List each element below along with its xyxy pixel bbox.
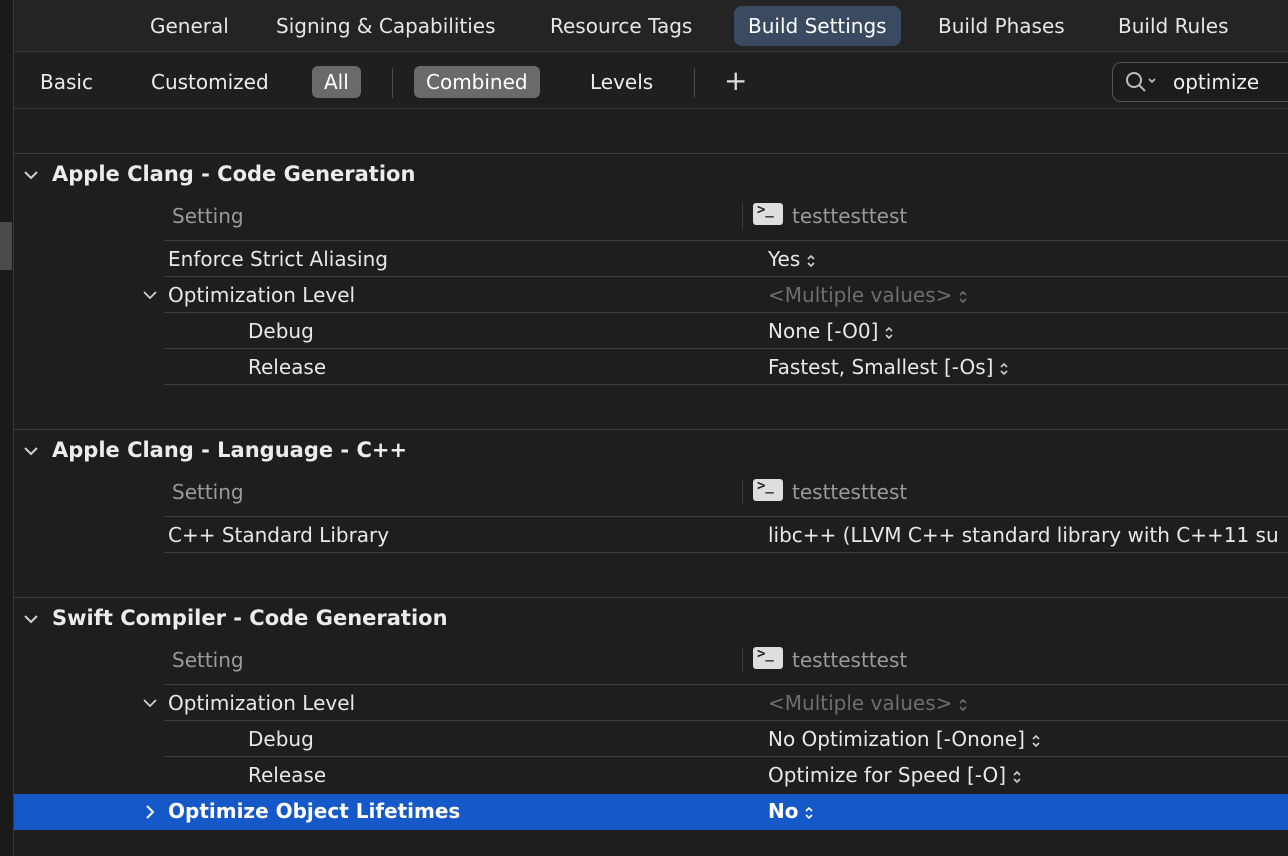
chevron-down-icon[interactable] bbox=[22, 610, 40, 628]
add-setting-button[interactable]: + bbox=[724, 63, 747, 99]
filter-customized-button[interactable]: Customized bbox=[139, 66, 281, 98]
setting-value-popup[interactable]: Yes bbox=[768, 247, 816, 271]
setting-label: Enforce Strict Aliasing bbox=[168, 247, 388, 271]
left-panel-edge bbox=[0, 0, 14, 856]
terminal-icon: >_ bbox=[753, 478, 783, 501]
view-levels-button[interactable]: Levels bbox=[578, 66, 665, 98]
target-column-header: testtesttest bbox=[792, 648, 908, 672]
left-panel-scroll-indicator bbox=[0, 222, 12, 270]
setting-column-header: Setting bbox=[172, 204, 244, 228]
row-divider bbox=[164, 384, 1288, 385]
setting-column-header: Setting bbox=[172, 648, 244, 672]
row-divider bbox=[164, 276, 1288, 277]
row-divider bbox=[164, 552, 1288, 553]
tab-general[interactable]: General bbox=[136, 6, 243, 46]
stepper-icon bbox=[1032, 734, 1040, 747]
tab-build-settings[interactable]: Build Settings bbox=[734, 6, 901, 46]
setting-column-header: Setting bbox=[172, 480, 244, 504]
chevron-down-icon[interactable] bbox=[142, 287, 158, 303]
section-title: Apple Clang - Code Generation bbox=[52, 162, 416, 186]
section-divider bbox=[14, 597, 1288, 598]
setting-label: C++ Standard Library bbox=[168, 523, 390, 547]
divider bbox=[392, 68, 393, 98]
row-divider bbox=[164, 348, 1288, 349]
config-label-release: Release bbox=[248, 355, 327, 379]
editor-tab-bar: General Signing & Capabilities Resource … bbox=[14, 0, 1288, 52]
stepper-icon bbox=[959, 290, 967, 303]
chevron-right-icon[interactable] bbox=[142, 804, 158, 820]
section-divider bbox=[14, 153, 1288, 154]
setting-value-popup[interactable]: <Multiple values> bbox=[768, 691, 968, 715]
row-divider bbox=[164, 312, 1288, 313]
stepper-icon bbox=[1013, 770, 1021, 783]
build-settings-filter-bar: Basic Customized All Combined Levels + o… bbox=[14, 53, 1288, 109]
filter-all-button[interactable]: All bbox=[312, 66, 361, 98]
setting-value-popup[interactable]: Fastest, Smallest [-Os] bbox=[768, 355, 1009, 379]
config-label-debug: Debug bbox=[248, 727, 314, 751]
config-label-release: Release bbox=[248, 763, 327, 787]
chevron-down-icon[interactable] bbox=[142, 695, 158, 711]
stepper-icon bbox=[959, 698, 967, 711]
tab-build-phases[interactable]: Build Phases bbox=[924, 6, 1079, 46]
setting-value-popup[interactable]: Optimize for Speed [-O] bbox=[768, 763, 1022, 787]
section-title: Apple Clang - Language - C++ bbox=[52, 438, 408, 462]
search-icon bbox=[1126, 72, 1156, 92]
stepper-icon bbox=[807, 254, 815, 267]
chevron-down-icon[interactable] bbox=[22, 442, 40, 460]
stepper-icon bbox=[1000, 362, 1009, 375]
row-divider bbox=[164, 684, 1288, 685]
tab-build-rules[interactable]: Build Rules bbox=[1104, 6, 1243, 46]
section-divider bbox=[14, 429, 1288, 430]
setting-value-popup[interactable]: libc++ (LLVM C++ standard library with C… bbox=[768, 523, 1279, 547]
column-divider bbox=[742, 203, 743, 229]
tab-signing-capabilities[interactable]: Signing & Capabilities bbox=[262, 6, 510, 46]
target-column-header: testtesttest bbox=[792, 204, 908, 228]
stepper-icon bbox=[805, 806, 814, 819]
setting-value-popup[interactable]: None [-O0] bbox=[768, 319, 894, 343]
terminal-icon: >_ bbox=[753, 202, 783, 225]
setting-label: Optimize Object Lifetimes bbox=[168, 799, 461, 823]
view-combined-button[interactable]: Combined bbox=[414, 66, 540, 98]
row-divider bbox=[164, 720, 1288, 721]
column-divider bbox=[742, 647, 743, 673]
setting-value-popup[interactable]: No bbox=[768, 799, 814, 823]
row-divider bbox=[164, 516, 1288, 517]
row-divider bbox=[164, 240, 1288, 241]
terminal-icon: >_ bbox=[753, 646, 783, 669]
search-field[interactable]: optimize bbox=[1112, 62, 1288, 102]
setting-value-popup[interactable]: <Multiple values> bbox=[768, 283, 968, 307]
section-title: Swift Compiler - Code Generation bbox=[52, 606, 448, 630]
target-column-header: testtesttest bbox=[792, 480, 908, 504]
column-divider bbox=[742, 479, 743, 505]
setting-value-popup[interactable]: No Optimization [-Onone] bbox=[768, 727, 1041, 751]
divider bbox=[694, 68, 695, 98]
setting-label: Optimization Level bbox=[168, 283, 356, 307]
chevron-down-icon[interactable] bbox=[22, 166, 40, 184]
setting-label: Optimization Level bbox=[168, 691, 356, 715]
search-input-value: optimize bbox=[1173, 70, 1260, 94]
tab-resource-tags[interactable]: Resource Tags bbox=[536, 6, 706, 46]
stepper-icon bbox=[885, 326, 893, 339]
row-divider bbox=[164, 756, 1288, 757]
filter-basic-button[interactable]: Basic bbox=[28, 66, 105, 98]
config-label-debug: Debug bbox=[248, 319, 314, 343]
